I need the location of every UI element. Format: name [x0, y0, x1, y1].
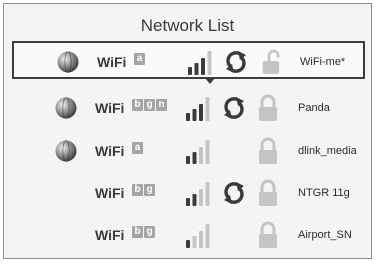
ssid-label: WiFi-me*: [300, 56, 346, 68]
wifi-label: WiFi: [95, 227, 125, 243]
network-row[interactable]: WiFi b g NTGR 11g: [12, 174, 365, 212]
lock-icon: [259, 137, 277, 164]
network-row[interactable]: WiFi b g n Panda: [12, 89, 365, 127]
protocol-badge: b: [132, 184, 143, 196]
protocol-badge: b: [132, 99, 143, 111]
lock-icon: [259, 94, 277, 121]
protocol-badges: a: [134, 53, 145, 65]
protocol-badges: a: [132, 142, 143, 154]
network-row[interactable]: WiFi a dlink_media: [12, 132, 365, 170]
signal-strength-icon: [186, 224, 210, 248]
protocol-badge: a: [132, 142, 143, 154]
lock-icon: [259, 221, 277, 248]
signal-strength-icon: [186, 97, 210, 121]
protocol-badge: n: [156, 99, 167, 111]
sync-icon: [226, 51, 246, 73]
sync-icon: [224, 182, 244, 204]
ssid-label: Airport_SN: [298, 229, 352, 241]
wifi-label: WiFi: [97, 54, 127, 70]
wifi-label: WiFi: [95, 185, 125, 201]
protocol-badge: g: [144, 99, 155, 111]
signal-strength-icon: [186, 140, 210, 164]
panel-title: Network List: [140, 16, 235, 35]
unlock-icon: [262, 49, 280, 74]
protocol-badge: g: [144, 184, 155, 196]
network-list-panel: Network List WiFi a WiFi-me* WiFi b g n …: [3, 3, 372, 259]
wifi-label: WiFi: [95, 143, 125, 159]
wifi-label: WiFi: [95, 100, 125, 116]
signal-strength-icon: [188, 51, 212, 75]
protocol-badge: a: [134, 53, 145, 65]
ssid-label: Panda: [298, 102, 330, 114]
ssid-label: NTGR 11g: [298, 187, 350, 199]
lock-icon: [259, 179, 277, 206]
globe-icon: [55, 97, 77, 119]
sync-icon: [224, 97, 244, 119]
protocol-badge: b: [132, 226, 143, 238]
network-row[interactable]: WiFi b g Airport_SN: [12, 216, 365, 254]
globe-icon: [57, 51, 79, 73]
network-row[interactable]: WiFi a WiFi-me*: [12, 41, 365, 84]
ssid-label: dlink_media: [298, 145, 357, 157]
globe-icon: [55, 140, 77, 162]
protocol-badges: b g: [132, 226, 155, 238]
signal-strength-icon: [186, 182, 210, 206]
protocol-badges: b g: [132, 184, 155, 196]
protocol-badges: b g n: [132, 99, 167, 111]
protocol-badge: g: [144, 226, 155, 238]
